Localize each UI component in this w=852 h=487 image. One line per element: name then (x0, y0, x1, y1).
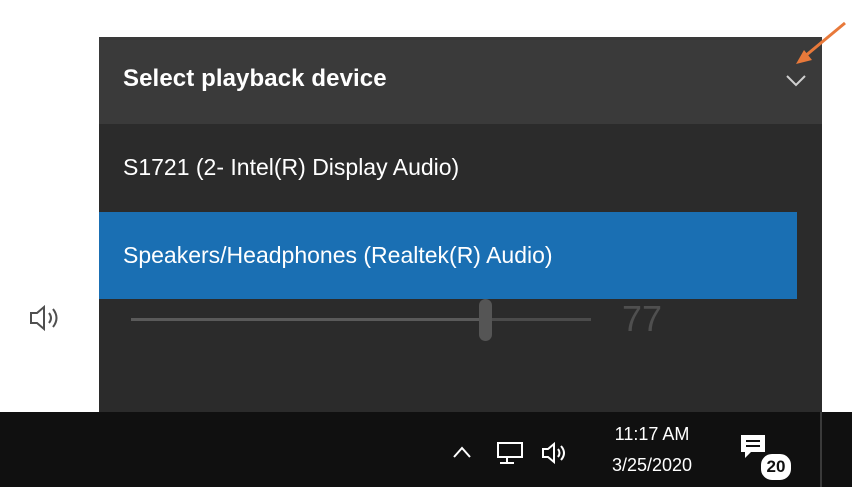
volume-row (99, 299, 822, 412)
volume-slider-thumb[interactable] (479, 299, 492, 341)
clock-time[interactable]: 11:17 AM (602, 424, 702, 445)
device-item-intel-display-audio[interactable]: S1721 (2- Intel(R) Display Audio) (99, 124, 797, 211)
clock-date[interactable]: 3/25/2020 (602, 455, 702, 476)
flyout-header[interactable]: Select playback device (99, 37, 822, 124)
volume-icon[interactable] (540, 440, 574, 466)
network-icon[interactable] (495, 440, 529, 466)
annotation-arrow-icon (796, 21, 846, 64)
device-item-realtek-speakers[interactable]: Speakers/Headphones (Realtek(R) Audio) (99, 212, 797, 299)
chevron-up-icon[interactable] (451, 444, 473, 460)
taskbar (0, 412, 852, 487)
taskbar-divider (820, 412, 822, 487)
flyout-title: Select playback device (123, 65, 387, 92)
speaker-icon[interactable] (27, 302, 67, 334)
device-label: S1721 (2- Intel(R) Display Audio) (123, 154, 460, 180)
playback-device-flyout: Select playback device S1721 (2- Intel(R… (99, 37, 822, 412)
volume-slider-fill (131, 318, 485, 321)
chevron-down-icon[interactable] (783, 67, 809, 93)
volume-value: 77 (622, 298, 663, 339)
notification-count-badge[interactable]: 20 (759, 452, 793, 482)
device-label: Speakers/Headphones (Realtek(R) Audio) (123, 242, 553, 268)
